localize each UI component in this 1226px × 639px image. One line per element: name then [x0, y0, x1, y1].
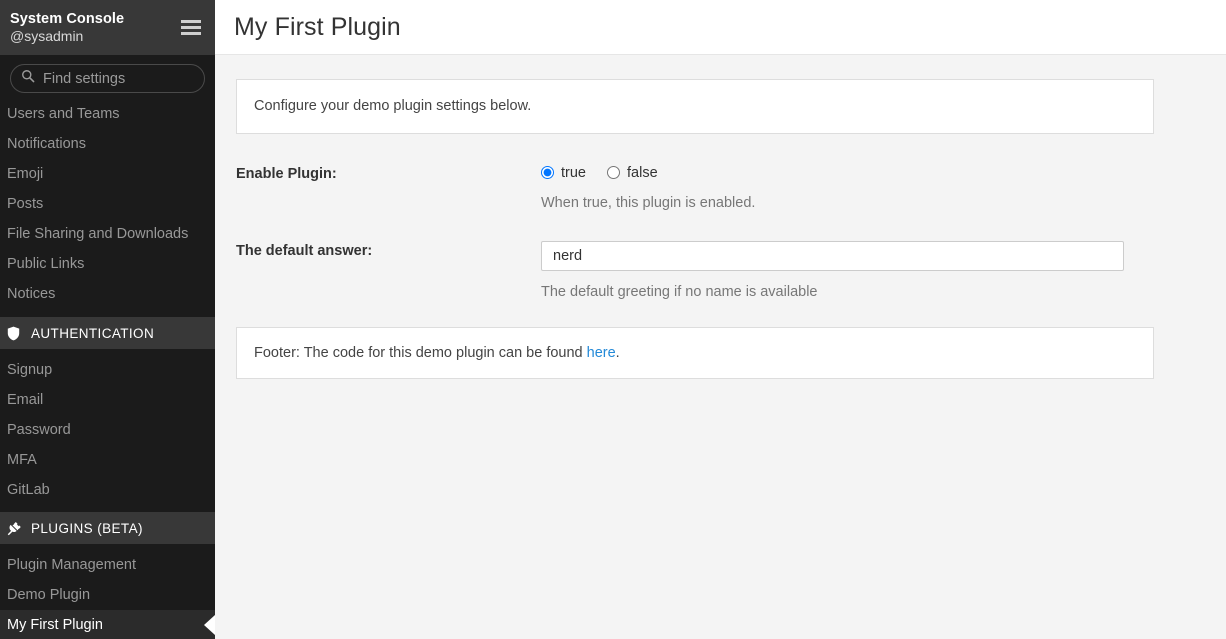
footer-text-before: Footer: The code for this demo plugin ca… [254, 344, 587, 361]
hamburger-bar [181, 20, 201, 23]
app-root: System Console @sysadmin Users and [0, 0, 1226, 639]
hamburger-bar [181, 26, 201, 29]
sidebar-item-label: Signup [7, 362, 53, 378]
sidebar-section-plugins-beta[interactable]: PLUGINS (BETA) [0, 512, 215, 544]
plug-icon [7, 521, 25, 536]
sidebar-item-demo-plugin[interactable]: Demo Plugin [0, 580, 215, 610]
sidebar-item-label: Email [7, 392, 44, 408]
search-icon [21, 69, 43, 88]
footer-link-here[interactable]: here [587, 345, 616, 361]
sidebar-item-signup[interactable]: Signup [0, 355, 215, 385]
footer-text-after: . [615, 344, 620, 361]
main-panel: My First Plugin Configure your demo plug… [215, 0, 1226, 639]
sidebar-item-email[interactable]: Email [0, 385, 215, 415]
sidebar-item-password[interactable]: Password [0, 415, 215, 445]
sidebar-section-authentication[interactable]: AUTHENTICATION [0, 317, 215, 349]
radio-label-false: false [627, 164, 658, 181]
sidebar-item-my-first-plugin[interactable]: My First Plugin [0, 610, 215, 639]
setting-row-default-answer: The default answer: The default greeting… [215, 240, 1226, 300]
sidebar-item-label: File Sharing and Downloads [7, 226, 189, 242]
sidebar-section-label: PLUGINS (BETA) [31, 520, 143, 536]
sidebar-item-plugin-management[interactable]: Plugin Management [0, 550, 215, 580]
content-area: Configure your demo plugin settings belo… [215, 55, 1226, 639]
sidebar-item-gitlab[interactable]: GitLab [0, 475, 215, 505]
sidebar-top-items: Users and Teams Notifications Emoji Posts Fi… [0, 99, 215, 309]
setting-field: The default greeting if no name is avail… [541, 240, 1226, 300]
radio-group-enable-plugin: true false [541, 164, 1226, 182]
sidebar-item-label: Emoji [7, 166, 44, 182]
active-item-arrow-icon [204, 615, 215, 635]
radio-input-false[interactable] [607, 166, 620, 180]
hamburger-bar [181, 32, 201, 35]
search-container [0, 55, 215, 99]
sidebar-item-mfa[interactable]: MFA [0, 445, 215, 475]
radio-option-true[interactable]: true [541, 165, 586, 181]
sidebar-item-label: Password [7, 422, 71, 438]
setting-row-enable-plugin: Enable Plugin: true false When true, thi… [215, 164, 1226, 211]
sidebar-item-notifications[interactable]: Notifications [0, 129, 215, 159]
console-title: System Console [10, 10, 125, 27]
radio-label-true: true [561, 164, 586, 181]
footer-banner: Footer: The code for this demo plugin ca… [236, 326, 1154, 379]
main-header: My First Plugin [215, 0, 1226, 55]
console-username: @sysadmin [10, 27, 84, 44]
hamburger-menu-icon[interactable] [181, 20, 201, 35]
setting-help-text: The default greeting if no name is avail… [541, 283, 818, 300]
setting-field: true false When true, this plugin is ena… [541, 164, 1226, 211]
sidebar-brand: System Console @sysadmin [10, 10, 124, 46]
sidebar-item-posts[interactable]: Posts [0, 189, 215, 219]
radio-option-false[interactable]: false [607, 165, 658, 181]
sidebar: System Console @sysadmin Users and [0, 0, 215, 639]
shield-icon [7, 326, 25, 341]
sidebar-item-label: Notices [7, 286, 56, 302]
sidebar-item-public-links[interactable]: Public Links [0, 249, 215, 279]
sidebar-section-label: AUTHENTICATION [31, 325, 155, 341]
sidebar-item-emoji[interactable]: Emoji [0, 159, 215, 189]
setting-label: Enable Plugin: [236, 165, 337, 182]
sidebar-item-label: My First Plugin [7, 617, 103, 633]
search-input[interactable] [43, 70, 194, 87]
radio-input-true[interactable] [541, 166, 554, 180]
sidebar-section-items: Plugin Management Demo Plugin My First Plu… [0, 550, 215, 639]
sidebar-item-label: Users and Teams [7, 106, 120, 122]
sidebar-section-items: Signup Email Password MFA GitLab [0, 355, 215, 505]
page-title: My First Plugin [234, 12, 401, 41]
sidebar-header: System Console @sysadmin [0, 0, 215, 55]
sidebar-sections: AUTHENTICATION Signup Email Password MFA GitL… [0, 309, 215, 639]
sidebar-item-label: Demo Plugin [7, 587, 91, 603]
sidebar-item-notices[interactable]: Notices [0, 279, 215, 309]
setting-label: The default answer: [236, 242, 373, 259]
sidebar-item-label: MFA [7, 452, 37, 468]
sidebar-item-label: Posts [7, 196, 44, 212]
setting-help-text: When true, this plugin is enabled. [541, 194, 756, 211]
intro-banner: Configure your demo plugin settings belo… [236, 79, 1154, 134]
sidebar-item-label: Public Links [7, 256, 85, 272]
sidebar-item-file-sharing-and-downloads[interactable]: File Sharing and Downloads [0, 219, 215, 249]
default-answer-input[interactable] [541, 240, 1124, 271]
search-box[interactable] [10, 64, 205, 93]
sidebar-item-label: Plugin Management [7, 557, 136, 573]
sidebar-item-label: GitLab [7, 482, 50, 498]
sidebar-item-users-and-teams[interactable]: Users and Teams [0, 99, 215, 129]
sidebar-item-label: Notifications [7, 136, 86, 152]
